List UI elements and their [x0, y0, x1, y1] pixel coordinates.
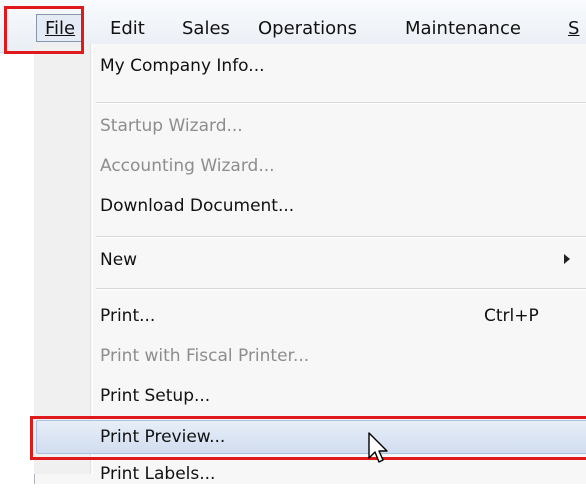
- menu-item-new[interactable]: New: [100, 246, 137, 274]
- menu-item-startup-wizard[interactable]: Startup Wizard...: [100, 112, 243, 140]
- annotation-box-print-preview: [30, 416, 586, 460]
- arrow-pointer-icon: [368, 432, 388, 463]
- submenu-arrow-icon: [564, 254, 570, 264]
- annotation-box-file: [4, 6, 84, 54]
- menu-separator: [96, 102, 586, 104]
- menu-item-print-labels[interactable]: Print Labels...: [100, 460, 215, 488]
- menu-sales-label: Sales: [182, 18, 230, 39]
- menu-maintenance-label: Maintenance: [405, 18, 521, 39]
- menu-item-print-fiscal[interactable]: Print with Fiscal Printer...: [100, 342, 309, 370]
- print-shortcut: Ctrl+P: [484, 306, 539, 326]
- menu-item-print-setup[interactable]: Print Setup...: [100, 382, 210, 410]
- menu-item-print[interactable]: Print...: [100, 302, 155, 330]
- menu-operations[interactable]: Operations: [258, 16, 357, 42]
- menu-edit-label: Edit: [110, 18, 145, 39]
- menu-item-download-document[interactable]: Download Document...: [100, 192, 294, 220]
- menu-edit[interactable]: Edit: [110, 16, 145, 42]
- menu-operations-label: Operations: [258, 18, 357, 39]
- menu-gutter-divider: [92, 44, 93, 474]
- menu-item-my-company-info[interactable]: My Company Info...: [100, 52, 265, 80]
- menu-maintenance[interactable]: Maintenance: [405, 16, 521, 42]
- menu-separator: [96, 288, 586, 290]
- menu-separator: [96, 236, 586, 238]
- menu-item-accounting-wizard[interactable]: Accounting Wizard...: [100, 152, 275, 180]
- menu-s-label: S: [568, 18, 580, 39]
- menu-icon-gutter: [34, 44, 91, 474]
- menu-sales[interactable]: Sales: [182, 16, 230, 42]
- menu-s[interactable]: S: [568, 16, 579, 42]
